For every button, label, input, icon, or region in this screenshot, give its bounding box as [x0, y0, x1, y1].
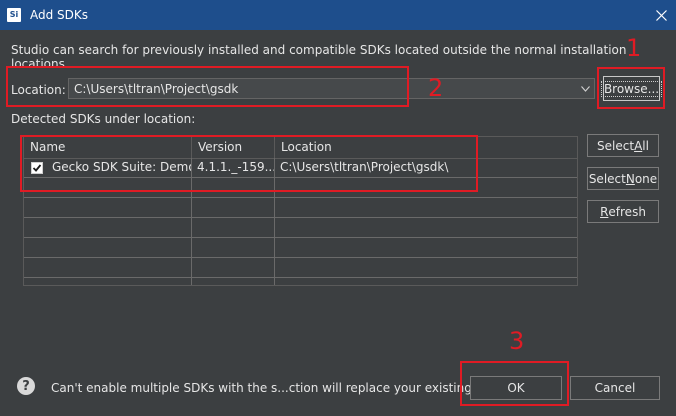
cancel-button[interactable]: Cancel: [570, 376, 660, 400]
table-row: [24, 218, 577, 238]
close-button[interactable]: [646, 0, 676, 30]
select-none-button[interactable]: Select None: [587, 167, 659, 190]
sdk-location-cell: C:\Users\tltran\Project\gsdk\: [280, 160, 449, 174]
description-text: Studio can search for previously install…: [11, 43, 627, 71]
annotation-number-3: 3: [509, 327, 525, 355]
sdk-table: Name Version Location Gecko SDK Suite: D…: [23, 136, 578, 286]
sdk-version-cell: 4.1.1._-159....: [192, 158, 275, 177]
table-row: [24, 178, 577, 198]
column-header-version[interactable]: Version: [192, 137, 275, 158]
sdk-name: Gecko SDK Suite: Demo...: [52, 160, 192, 174]
column-header-location[interactable]: Location: [275, 137, 577, 158]
status-message: Can't enable multiple SDKs with the s...…: [51, 381, 502, 395]
annotation-number-1: 1: [626, 34, 642, 62]
annotation-number-2: 2: [428, 74, 444, 102]
app-icon: Si: [7, 8, 21, 22]
location-combo[interactable]: [68, 78, 595, 99]
sdk-name-cell: Gecko SDK Suite: Demo...: [24, 158, 192, 177]
table-row: [24, 278, 577, 285]
chevron-down-icon[interactable]: [576, 79, 594, 98]
table-row: [24, 198, 577, 218]
table-header: Name Version Location: [24, 137, 577, 159]
select-all-button[interactable]: Select All: [587, 134, 659, 157]
browse-button[interactable]: Browse...: [600, 76, 663, 101]
close-icon: [655, 9, 667, 21]
table-row: [24, 238, 577, 258]
location-label: Location:: [11, 83, 66, 97]
refresh-button[interactable]: Refresh: [587, 200, 659, 223]
table-row: [24, 258, 577, 278]
column-header-name[interactable]: Name: [24, 137, 192, 158]
location-input[interactable]: [69, 79, 574, 98]
detected-sdks-label: Detected SDKs under location:: [11, 112, 196, 126]
window-title: Add SDKs: [30, 8, 89, 22]
sdk-checkbox[interactable]: [31, 162, 43, 174]
help-icon[interactable]: ?: [17, 377, 35, 395]
title-bar: Si Add SDKs: [0, 0, 676, 30]
ok-button[interactable]: OK: [470, 376, 562, 400]
table-row[interactable]: Gecko SDK Suite: Demo... 4.1.1._-159....…: [24, 158, 577, 178]
checkmark-icon: [32, 164, 42, 172]
browse-button-label: Browse...: [600, 80, 663, 97]
